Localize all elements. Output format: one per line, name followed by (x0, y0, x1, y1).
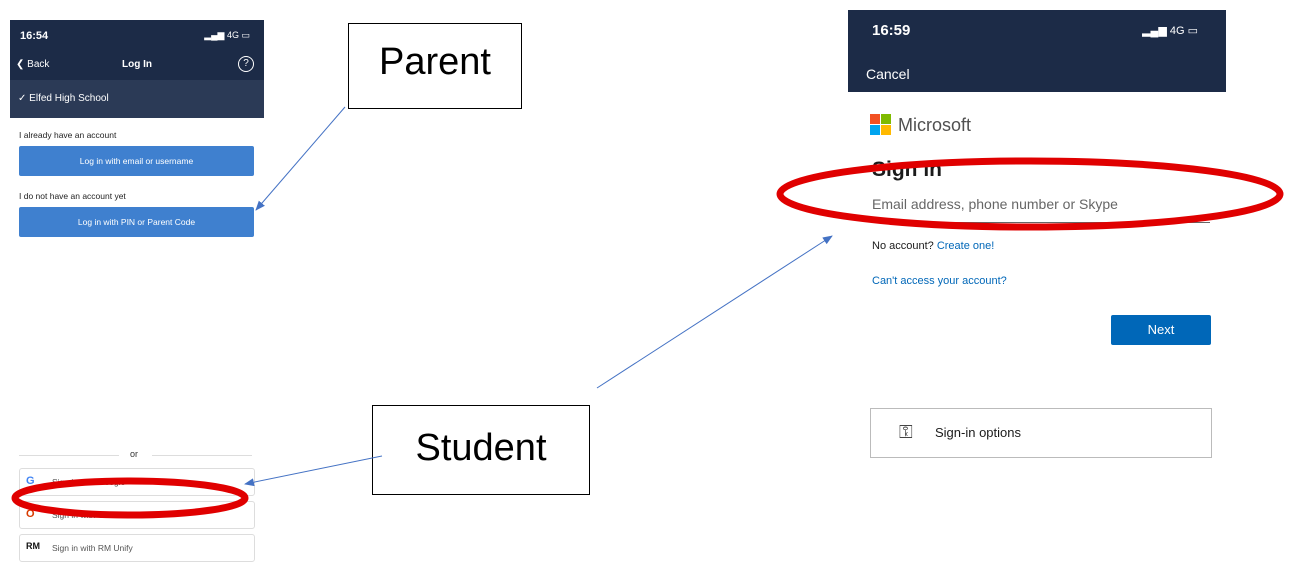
student-arrow-left (244, 455, 383, 487)
highlight-ellipse-left (11, 477, 249, 519)
parent-arrow (255, 106, 346, 211)
student-arrow-right (596, 235, 833, 389)
annotation-overlay (11, 106, 1284, 519)
highlight-ellipse-right (776, 157, 1284, 231)
